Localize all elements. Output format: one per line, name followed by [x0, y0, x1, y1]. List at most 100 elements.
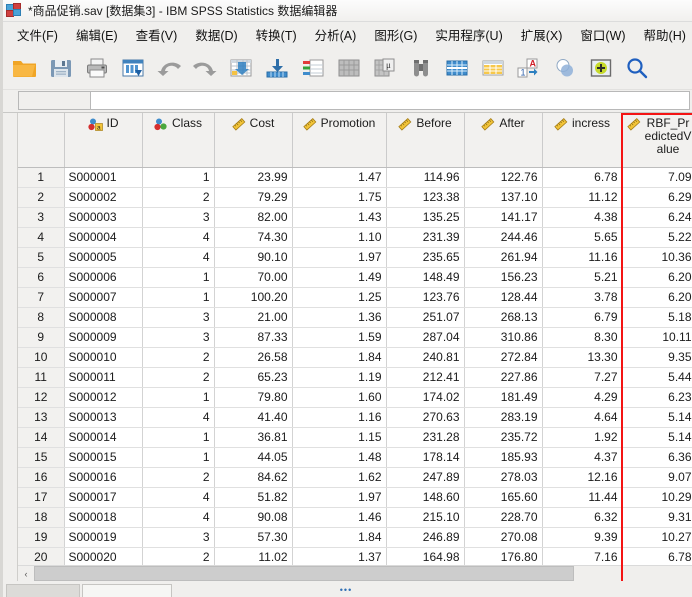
cell-value-input[interactable] [90, 91, 690, 110]
cell-promotion[interactable]: 1.47 [292, 167, 387, 188]
cell-after[interactable]: 283.19 [464, 407, 543, 428]
cell-reference-box[interactable] [18, 91, 90, 110]
table-row[interactable]: 14 S000014 1 36.81 1.15 231.28 235.72 1.92 5.14 [18, 427, 692, 448]
cell-id[interactable]: S000015 [64, 447, 143, 468]
cell-cost[interactable]: 44.05 [214, 447, 293, 468]
cell-promotion[interactable]: 1.60 [292, 387, 387, 408]
cell-promotion[interactable]: 1.75 [292, 187, 387, 208]
menu-utilities[interactable]: 实用程序(U) [426, 23, 511, 46]
cell-promotion[interactable]: 1.15 [292, 427, 387, 448]
cell-id[interactable]: S000009 [64, 327, 143, 348]
cell-rbf-predictedvalue[interactable]: 9.07 [622, 467, 692, 488]
cell-rbf-predictedvalue[interactable]: 10.29 [622, 487, 692, 508]
table-row[interactable]: 6 S000006 1 70.00 1.49 148.49 156.23 5.21 6.20 [18, 267, 692, 288]
cell-after[interactable]: 235.72 [464, 427, 543, 448]
cell-cost[interactable]: 26.58 [214, 347, 293, 368]
table-row[interactable]: 2 S000002 2 79.29 1.75 123.38 137.10 11.12 6.29 [18, 187, 692, 208]
cell-before[interactable]: 123.76 [386, 287, 465, 308]
cell-cost[interactable]: 84.62 [214, 467, 293, 488]
cell-rbf-predictedvalue[interactable]: 5.14 [622, 407, 692, 428]
cell-rbf-predictedvalue[interactable]: 7.09 [622, 167, 692, 188]
cell-id[interactable]: S000019 [64, 527, 143, 548]
table-row[interactable]: 15 S000015 1 44.05 1.48 178.14 185.93 4.37 6.36 [18, 447, 692, 468]
cell-after[interactable]: 244.46 [464, 227, 543, 248]
row-number[interactable]: 1 [18, 167, 65, 188]
cell-id[interactable]: S000002 [64, 187, 143, 208]
cell-incress[interactable]: 4.38 [542, 207, 623, 228]
cell-before[interactable]: 148.49 [386, 267, 465, 288]
cell-incress[interactable]: 11.16 [542, 247, 623, 268]
cell-before[interactable]: 235.65 [386, 247, 465, 268]
cell-incress[interactable]: 4.29 [542, 387, 623, 408]
cell-rbf-predictedvalue[interactable]: 5.14 [622, 427, 692, 448]
table-row[interactable]: 8 S000008 3 21.00 1.36 251.07 268.13 6.79 5.18 [18, 307, 692, 328]
menu-view[interactable]: 查看(V) [127, 23, 187, 46]
row-number[interactable]: 13 [18, 407, 65, 428]
cell-incress[interactable]: 11.12 [542, 187, 623, 208]
cell-incress[interactable]: 9.39 [542, 527, 623, 548]
descriptives-icon[interactable] [332, 51, 366, 85]
table-row[interactable]: 12 S000012 1 79.80 1.60 174.02 181.49 4.29 6.23 [18, 387, 692, 408]
cell-rbf-predictedvalue[interactable]: 6.20 [622, 287, 692, 308]
column-header-after[interactable]: After [464, 113, 543, 168]
cell-incress[interactable]: 8.30 [542, 327, 623, 348]
scroll-left-button[interactable]: ‹ [18, 566, 34, 581]
row-number[interactable]: 6 [18, 267, 65, 288]
cell-incress[interactable]: 6.79 [542, 307, 623, 328]
cell-before[interactable]: 240.81 [386, 347, 465, 368]
table-row[interactable]: 17 S000017 4 51.82 1.97 148.60 165.60 11.44 10.2… [18, 487, 692, 508]
cell-before[interactable]: 135.25 [386, 207, 465, 228]
cell-before[interactable]: 231.39 [386, 227, 465, 248]
cell-incress[interactable]: 11.44 [542, 487, 623, 508]
cell-promotion[interactable]: 1.46 [292, 507, 387, 528]
cell-class[interactable]: 1 [142, 387, 215, 408]
cell-class[interactable]: 2 [142, 347, 215, 368]
cell-cost[interactable]: 23.99 [214, 167, 293, 188]
cell-before[interactable]: 215.10 [386, 507, 465, 528]
row-number[interactable]: 11 [18, 367, 65, 388]
cell-cost[interactable]: 79.80 [214, 387, 293, 408]
cell-class[interactable]: 1 [142, 287, 215, 308]
cell-rbf-predictedvalue[interactable]: 10.27 [622, 527, 692, 548]
undo-arrow-icon[interactable] [152, 51, 186, 85]
cell-rbf-predictedvalue[interactable]: 10.11 [622, 327, 692, 348]
cell-after[interactable]: 228.70 [464, 507, 543, 528]
cell-cost[interactable]: 90.08 [214, 507, 293, 528]
horizontal-scrollbar[interactable]: ‹ [18, 565, 692, 581]
row-number[interactable]: 8 [18, 307, 65, 328]
cell-cost[interactable]: 87.33 [214, 327, 293, 348]
cell-rbf-predictedvalue[interactable]: 9.31 [622, 507, 692, 528]
cell-id[interactable]: S000003 [64, 207, 143, 228]
column-header-class[interactable]: Class [142, 113, 215, 168]
cell-class[interactable]: 4 [142, 227, 215, 248]
cell-incress[interactable]: 5.65 [542, 227, 623, 248]
row-number[interactable]: 9 [18, 327, 65, 348]
cell-class[interactable]: 1 [142, 447, 215, 468]
row-number[interactable]: 5 [18, 247, 65, 268]
cell-cost[interactable]: 21.00 [214, 307, 293, 328]
cell-class[interactable]: 1 [142, 267, 215, 288]
row-number[interactable]: 4 [18, 227, 65, 248]
cell-before[interactable]: 114.96 [386, 167, 465, 188]
cell-incress[interactable]: 7.16 [542, 547, 623, 568]
cell-rbf-predictedvalue[interactable]: 5.44 [622, 367, 692, 388]
cell-before[interactable]: 270.63 [386, 407, 465, 428]
row-number[interactable]: 20 [18, 547, 65, 568]
row-number[interactable]: 12 [18, 387, 65, 408]
cell-after[interactable]: 176.80 [464, 547, 543, 568]
cell-id[interactable]: S000004 [64, 227, 143, 248]
table-row[interactable]: 13 S000013 4 41.40 1.16 270.63 283.19 4.64 5.14 [18, 407, 692, 428]
cell-promotion[interactable]: 1.97 [292, 487, 387, 508]
cell-class[interactable]: 3 [142, 327, 215, 348]
table-row[interactable]: 19 S000019 3 57.30 1.84 246.89 270.08 9.39 10.27 [18, 527, 692, 548]
table-row[interactable]: 20 S000020 2 11.02 1.37 164.98 176.80 7.16 6.78 [18, 547, 692, 568]
use-variable-sets-icon[interactable] [584, 51, 618, 85]
cell-cost[interactable]: 41.40 [214, 407, 293, 428]
cell-rbf-predictedvalue[interactable]: 9.35 [622, 347, 692, 368]
scrollbar-thumb[interactable] [34, 566, 574, 581]
row-number[interactable]: 2 [18, 187, 65, 208]
cell-rbf-predictedvalue[interactable]: 6.20 [622, 267, 692, 288]
cell-class[interactable]: 2 [142, 547, 215, 568]
cell-rbf-predictedvalue[interactable]: 6.24 [622, 207, 692, 228]
cell-rbf-predictedvalue[interactable]: 6.23 [622, 387, 692, 408]
